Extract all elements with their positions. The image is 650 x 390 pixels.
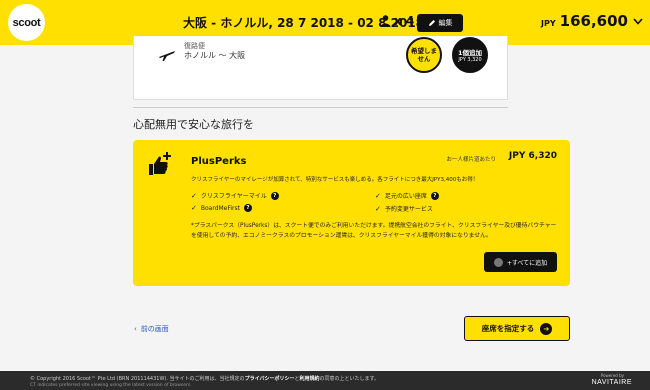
next-label: 座席を指定する	[481, 324, 535, 333]
scoot-logo[interactable]: scoot	[8, 4, 45, 41]
thumbs-up-plus-icon	[149, 152, 171, 175]
perks-price-label: お一人様片道あたり	[446, 157, 496, 163]
option-one-price: JPY 3,320	[458, 57, 482, 63]
check-icon: ✓	[375, 204, 381, 213]
feature-label: 足元の広い座席	[384, 193, 427, 200]
logo-text: scoot	[12, 16, 41, 29]
copyright-post-text: の同意の上といたします。	[319, 376, 380, 382]
total-price[interactable]: JPY 166,600	[541, 12, 628, 30]
arrow-right-icon: ➜	[540, 322, 553, 335]
browser-note: CT indicates preferred site viewing usin…	[30, 383, 192, 388]
section-title: 心配無用で安心な旅行を	[133, 118, 254, 131]
powered-by: Powered by	[600, 373, 624, 378]
help-icon[interactable]: ?	[244, 204, 253, 212]
person-icon	[380, 15, 391, 27]
privacy-policy-link[interactable]: プライバシーポリシー	[245, 376, 295, 382]
feature-item: ✓ BoardMeFirst ?	[191, 204, 253, 212]
toggle-dot-icon	[493, 257, 503, 267]
check-icon: ✓	[191, 191, 197, 200]
pencil-icon	[428, 20, 435, 26]
terms-link[interactable]: 利用規約	[299, 376, 319, 382]
select-seat-button[interactable]: 座席を指定する ➜	[464, 316, 570, 341]
footer: © Copyright 2016 Scoot™ Pte Ltd (BRN 201…	[0, 371, 650, 390]
option-one-label: 1個追加	[457, 49, 483, 57]
navitaire-logo: NAVITAIRE	[591, 379, 632, 386]
feature-item: ✓ クリスフライヤーマイル ?	[191, 191, 279, 200]
copyright: © Copyright 2016 Scoot™ Pte Ltd (BRN 201…	[30, 375, 379, 382]
check-icon: ✓	[375, 191, 381, 200]
plusperks-card: PlusPerks お一人様片道あたり JPY 6,320 クリスフライヤーのマ…	[133, 140, 570, 286]
check-icon: ✓	[191, 204, 197, 212]
help-icon[interactable]: ?	[270, 191, 279, 200]
edit-label: 編集	[438, 19, 453, 27]
flight-route: ホノルル 〜 大阪	[184, 51, 246, 60]
copyright-text: © Copyright 2016 Scoot™ Pte Ltd (BRN 201…	[30, 376, 245, 382]
total-amount: 166,600	[559, 12, 628, 30]
feature-label: 予約変更サービス	[384, 206, 433, 213]
passenger-count: x 4	[380, 14, 414, 28]
edit-button[interactable]: 編集	[417, 14, 463, 32]
feature-item: ✓ 予約変更サービス	[375, 204, 433, 214]
option-no-line2: せん	[417, 55, 431, 63]
pax-count-text: x 4	[394, 14, 415, 28]
chevron-left-icon: ‹	[134, 325, 137, 333]
perks-price: JPY 6,320	[508, 151, 557, 161]
total-currency: JPY	[541, 19, 556, 28]
option-add-one[interactable]: 1個追加 JPY 3,320	[452, 37, 488, 73]
chevron-down-icon[interactable]	[632, 15, 644, 27]
feature-item: ✓ 足元の広い座席 ?	[375, 191, 439, 200]
perks-title: PlusPerks	[191, 156, 247, 167]
section-divider	[133, 107, 508, 108]
back-link[interactable]: ‹ 前の画面	[134, 324, 169, 334]
feature-label: クリスフライヤーマイル	[200, 193, 267, 200]
add-all-label: +すべてに追加	[506, 259, 548, 267]
option-no-line1: 希望しま	[411, 47, 437, 55]
perks-description: クリスフライヤーのマイレージが加算されて、特別なサービスも楽しめる。各フライトに…	[191, 177, 479, 183]
back-label: 前の画面	[140, 325, 169, 333]
return-flight-card: 復路便 ホノルル 〜 大阪 希望しま せん 1個追加 JPY 3,320	[133, 36, 508, 100]
add-to-all-button[interactable]: +すべてに追加	[484, 252, 557, 272]
plane-icon	[159, 51, 175, 61]
feature-label: BoardMeFirst	[200, 204, 241, 212]
perks-note: *プラスパークス（PlusPerks）は、スクート便でのみご利用いただけます。提…	[191, 223, 557, 239]
option-no-thanks[interactable]: 希望しま せん	[406, 37, 442, 73]
help-icon[interactable]: ?	[430, 191, 439, 200]
